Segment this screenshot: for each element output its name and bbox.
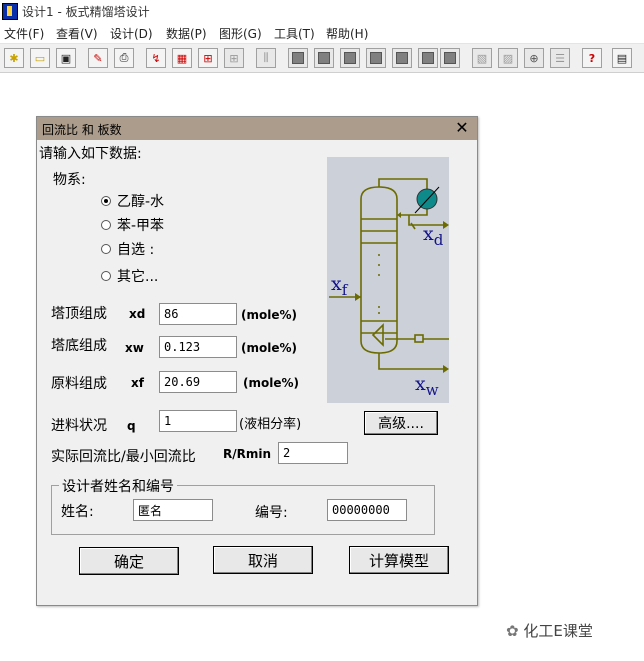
list-icon[interactable]: ☰	[550, 48, 570, 68]
xf-input[interactable]	[159, 371, 237, 393]
name-input[interactable]	[133, 499, 213, 521]
menu-tools[interactable]: 工具(T)	[274, 25, 315, 42]
id-label: 编号:	[255, 505, 288, 521]
open-folder-icon[interactable]: ▭	[30, 48, 50, 68]
radio-other[interactable]	[101, 271, 111, 281]
block-icon-1[interactable]	[288, 48, 308, 68]
block-icon-3[interactable]	[340, 48, 360, 68]
xf-symbol: xf	[131, 376, 144, 390]
menu-graph[interactable]: 图形(G)	[219, 25, 262, 42]
name-label: 姓名:	[61, 504, 94, 520]
advanced-button[interactable]: 高级....	[364, 411, 438, 435]
cancel-button[interactable]: 取消	[213, 546, 313, 574]
block-icon-5[interactable]	[392, 48, 412, 68]
save-icon[interactable]: ▣	[56, 48, 76, 68]
toolbar: ✱ ▭ ▣ ✎ ⎙ ↯ ▦ ⊞ ⊞ ⫼ ▧ ▨ ⊕ ☰ ? ▤	[0, 43, 644, 73]
block-icon-4[interactable]	[366, 48, 386, 68]
menu-view[interactable]: 查看(V)	[56, 25, 98, 42]
radio-label-benzene-toluene: 苯-甲苯	[117, 218, 165, 234]
ratio-symbol: R/Rmin	[223, 447, 272, 461]
radio-custom[interactable]	[101, 244, 111, 254]
q-symbol: q	[127, 419, 136, 433]
bottom-composition-label: 塔底组成	[51, 338, 107, 354]
menu-data[interactable]: 数据(P)	[166, 25, 207, 42]
distillation-column-diagram: xd xf xw	[327, 157, 449, 403]
q-input[interactable]	[159, 410, 237, 432]
edit-doc-icon[interactable]: ✎	[88, 48, 108, 68]
report-icon[interactable]: ▦	[172, 48, 192, 68]
ok-button[interactable]: 确定	[79, 547, 179, 575]
xw-unit: (mole%)	[241, 341, 297, 355]
radio-ethanol-water[interactable]	[101, 196, 111, 206]
document-icon[interactable]: ▤	[612, 48, 632, 68]
new-file-icon[interactable]: ✱	[4, 48, 24, 68]
feed-composition-label: 原料组成	[51, 376, 107, 392]
q-unit: (液相分率)	[239, 417, 302, 432]
prompt-text: 请输入如下数据:	[39, 146, 142, 162]
chart-icon[interactable]: ↯	[146, 48, 166, 68]
radio-label-ethanol-water: 乙醇-水	[117, 194, 165, 210]
table-icon[interactable]: ⊞	[198, 48, 218, 68]
xw-diagram-label: xw	[415, 373, 439, 399]
image-icon-2[interactable]: ▨	[498, 48, 518, 68]
block-icon-6[interactable]	[418, 48, 438, 68]
title-bar: 设计1 - 板式精馏塔设计	[0, 0, 644, 22]
block-icon-7[interactable]	[440, 48, 460, 68]
target-icon[interactable]: ⊕	[524, 48, 544, 68]
xf-unit: (mole%)	[243, 376, 299, 390]
xd-unit: (mole%)	[241, 308, 297, 322]
id-input[interactable]	[327, 499, 407, 521]
reflux-ratio-dialog: 回流比 和 板数 ✕ 请输入如下数据: 物系: 乙醇-水 苯-甲苯 自选 : 其…	[36, 116, 478, 606]
ratio-label: 实际回流比/最小回流比	[51, 449, 196, 465]
radio-label-custom: 自选 :	[117, 242, 155, 258]
column-icon[interactable]: ⫼	[256, 48, 276, 68]
xf-diagram-label: xf	[331, 273, 348, 299]
xd-input[interactable]	[159, 303, 237, 325]
help-query-icon[interactable]: ?	[582, 48, 602, 68]
xd-diagram-label: xd	[423, 223, 444, 249]
menu-bar: 文件(F) 查看(V) 设计(D) 数据(P) 图形(G) 工具(T) 帮助(H…	[0, 22, 644, 42]
dialog-title: 回流比 和 板数	[42, 123, 122, 137]
designer-group-title: 设计者姓名和编号	[59, 476, 177, 496]
xw-symbol: xw	[125, 341, 144, 355]
table-alt-icon[interactable]: ⊞	[224, 48, 244, 68]
feed-state-label: 进料状况	[51, 418, 107, 434]
close-icon[interactable]: ✕	[453, 119, 471, 137]
print-icon[interactable]: ⎙	[114, 48, 134, 68]
calc-model-button[interactable]: 计算模型	[349, 546, 449, 574]
xd-symbol: xd	[129, 307, 146, 321]
xw-input[interactable]	[159, 336, 237, 358]
block-icon-2[interactable]	[314, 48, 334, 68]
ratio-input[interactable]	[278, 442, 348, 464]
image-icon-1[interactable]: ▧	[472, 48, 492, 68]
menu-help[interactable]: 帮助(H)	[326, 25, 368, 42]
app-icon	[2, 3, 18, 20]
top-composition-label: 塔顶组成	[51, 306, 107, 322]
menu-file[interactable]: 文件(F)	[4, 25, 44, 42]
radio-benzene-toluene[interactable]	[101, 220, 111, 230]
dialog-title-bar: 回流比 和 板数 ✕	[37, 117, 477, 140]
watermark: ✿ 化工E课堂	[506, 622, 593, 640]
menu-design[interactable]: 设计(D)	[110, 25, 153, 42]
window-title: 设计1 - 板式精馏塔设计	[22, 5, 150, 19]
radio-label-other: 其它...	[117, 269, 159, 285]
system-label: 物系:	[53, 172, 86, 188]
